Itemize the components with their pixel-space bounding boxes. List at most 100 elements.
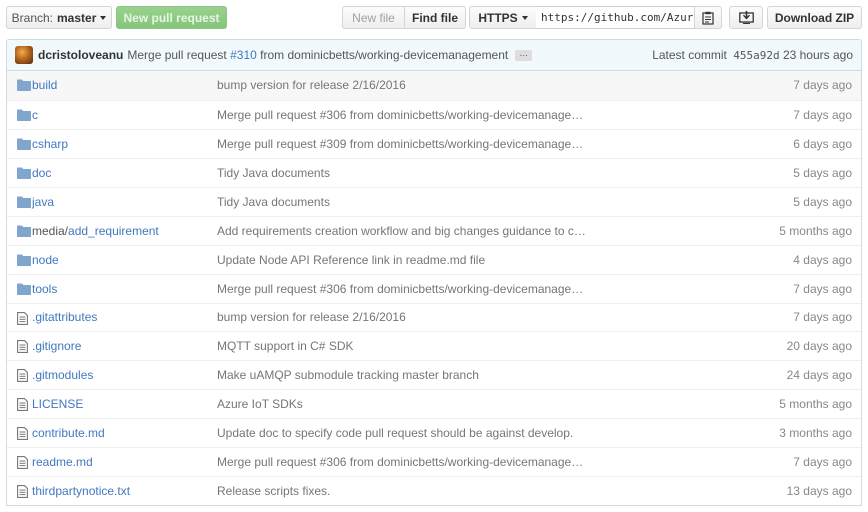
table-row[interactable]: contribute.md Update doc to specify code … [7, 418, 861, 447]
file-icon [17, 427, 30, 441]
commit-message-link[interactable]: MQTT support in C# SDK [217, 339, 354, 353]
file-icon [17, 369, 30, 383]
file-name-link[interactable]: .gitmodules [32, 368, 93, 382]
commit-message-link[interactable]: Merge pull request #306 from dominicbett… [217, 108, 592, 122]
table-row[interactable]: .gitignore MQTT support in C# SDK 20 days … [7, 331, 861, 360]
file-name-link[interactable]: .gitignore [32, 339, 81, 353]
desktop-download-icon [738, 11, 754, 24]
expand-commit-button[interactable]: … [515, 48, 533, 61]
table-row[interactable]: readme.md Merge pull request #306 from do… [7, 447, 861, 476]
commit-message-link[interactable]: Update doc to specify code pull request … [217, 426, 573, 440]
commit-message-link[interactable]: Merge pull request #309 from dominicbett… [217, 137, 592, 151]
table-row[interactable]: LICENSE Azure IoT SDKs 5 months ago [7, 389, 861, 418]
commit-age: 5 days ago [793, 165, 852, 180]
table-row[interactable]: .gitattributes bump version for release 2… [7, 302, 861, 332]
file-name: add_requirement [68, 223, 159, 238]
file-name-link[interactable]: .gitattributes [32, 310, 97, 324]
branch-selector[interactable]: Branch: master [6, 6, 112, 29]
commit-age: 7 days ago [793, 281, 852, 296]
commit-message-link[interactable]: bump version for release 2/16/2016 [217, 310, 406, 324]
avatar[interactable] [15, 46, 33, 64]
table-row[interactable]: tools Merge pull request #306 from domini… [7, 273, 861, 303]
file-name: .gitattributes [32, 310, 98, 325]
folder-icon [17, 283, 31, 295]
commit-message-link[interactable]: Release scripts fixes. [217, 484, 330, 498]
table-row[interactable]: doc Tidy Java documents 5 days ago [7, 157, 861, 187]
commit-message-link[interactable]: Tidy Java documents [217, 195, 330, 209]
protocol-selector[interactable]: HTTPS [469, 6, 537, 29]
file-name-prefix: media/ [32, 223, 69, 238]
download-zip-button[interactable]: Download ZIP [767, 6, 862, 29]
file-name-link[interactable]: media/add_requirement [32, 224, 159, 238]
new-pull-request-button[interactable]: New pull request [116, 6, 227, 29]
commit-age: 7 days ago [793, 107, 852, 122]
table-row[interactable]: .gitmodules Make uAMQP submodule tracking… [7, 360, 861, 389]
file-name: java [32, 194, 55, 209]
file-name-link[interactable]: doc [32, 166, 51, 180]
commit-message-link[interactable]: Merge pull request #306 from dominicbett… [217, 455, 592, 469]
file-icon [17, 398, 30, 412]
file-icon [17, 456, 30, 470]
clone-url-input[interactable]: https://github.com/Azure/ [536, 6, 694, 29]
table-row[interactable]: media/add_requirement Add requirements cr… [7, 215, 861, 245]
file-name-link[interactable]: LICENSE [32, 397, 83, 411]
file-name: doc [32, 165, 52, 180]
file-name-link[interactable]: csharp [32, 137, 68, 151]
file-name: thirdpartynotice.txt [32, 484, 131, 499]
find-file-button[interactable]: Find file [404, 6, 466, 29]
commit-message-link[interactable]: Add requirements creation workflow and b… [217, 224, 592, 238]
branch-label: Branch: [11, 10, 53, 25]
commit-message[interactable]: Merge pull request #310 from dominicbett… [127, 48, 508, 62]
file-name: node [32, 252, 59, 267]
file-name-link[interactable]: node [32, 253, 59, 267]
commit-age: 6 days ago [793, 136, 852, 151]
commit-age: 5 days ago [793, 194, 852, 209]
commit-age: 13 days ago [786, 484, 852, 499]
commit-age: 23 hours ago [782, 48, 853, 62]
table-row[interactable]: java Tidy Java documents 5 days ago [7, 186, 861, 216]
commit-message-link[interactable]: Make uAMQP submodule tracking master bra… [217, 368, 479, 382]
commit-message-link[interactable]: bump version for release 2/16/2016 [217, 78, 406, 92]
file-icon [17, 485, 30, 499]
chevron-down-icon [100, 15, 107, 20]
file-name: readme.md [32, 455, 93, 470]
table-row[interactable]: node Update Node API Reference link in re… [7, 244, 861, 274]
commit-message-link[interactable]: Update Node API Reference link in readme… [217, 253, 485, 267]
table-row[interactable]: build bump version for release 2/16/2016 7… [7, 71, 861, 100]
latest-commit-label: Latest commit [652, 48, 727, 62]
file-name: build [32, 78, 58, 93]
new-file-button[interactable]: New file [342, 6, 405, 29]
open-in-desktop-button[interactable] [729, 6, 763, 29]
pull-request-link[interactable]: #310 [230, 48, 257, 62]
commit-message-suffix: from dominicbetts/working-devicemanageme… [256, 48, 509, 62]
file-name: c [32, 107, 38, 122]
commit-author-link[interactable]: dcristoloveanu [38, 48, 123, 62]
chevron-down-icon [521, 15, 528, 20]
commit-message-link[interactable]: Merge pull request #306 from dominicbett… [217, 282, 592, 296]
file-name-link[interactable]: thirdpartynotice.txt [32, 484, 130, 498]
table-row[interactable]: thirdpartynotice.txt Release scripts fixe… [7, 476, 861, 505]
commit-age: 7 days ago [793, 310, 852, 325]
file-name-link[interactable]: c [32, 108, 38, 122]
commit-sha-link[interactable]: 455a92d [733, 49, 779, 62]
file-name-link[interactable]: tools [32, 282, 57, 296]
table-row[interactable]: c Merge pull request #306 from dominicbet… [7, 99, 861, 129]
latest-commit-info: Latest commit 455a92d 23 hours ago [652, 48, 853, 62]
clipboard-icon [702, 11, 714, 25]
copy-url-button[interactable] [694, 6, 722, 29]
file-name-link[interactable]: java [32, 195, 54, 209]
commit-message-link[interactable]: Tidy Java documents [217, 166, 330, 180]
file-name: .gitmodules [32, 368, 94, 383]
file-name-link[interactable]: readme.md [32, 455, 93, 469]
file-name-link[interactable]: contribute.md [32, 426, 105, 440]
commit-message-link[interactable]: Azure IoT SDKs [217, 397, 303, 411]
file-name: tools [32, 281, 58, 296]
protocol-label: HTTPS [478, 10, 518, 25]
table-row[interactable]: csharp Merge pull request #309 from domin… [7, 128, 861, 158]
commit-age: 24 days ago [786, 368, 852, 383]
folder-icon [17, 109, 31, 121]
commit-age: 20 days ago [786, 339, 852, 354]
file-name-link[interactable]: build [32, 78, 57, 92]
folder-icon [17, 79, 31, 91]
branch-value: master [57, 10, 97, 25]
